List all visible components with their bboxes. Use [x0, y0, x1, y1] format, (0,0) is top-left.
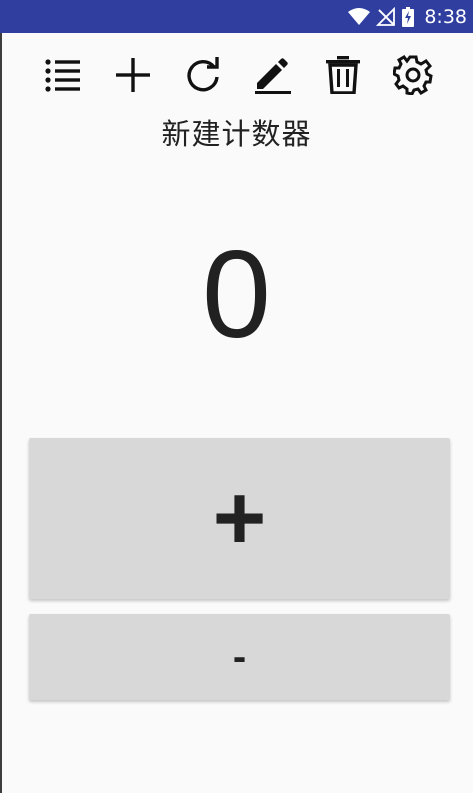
status-bar: 8:38 — [0, 0, 473, 33]
add-counter-button[interactable] — [111, 53, 155, 97]
edit-icon — [253, 55, 293, 95]
reset-button[interactable] — [181, 53, 225, 97]
list-button[interactable] — [41, 53, 85, 97]
edit-button[interactable] — [251, 53, 295, 97]
decrement-button[interactable]: - — [29, 614, 450, 700]
refresh-icon — [184, 56, 222, 94]
counter-title: 新建计数器 — [161, 117, 312, 151]
list-icon — [44, 57, 82, 93]
battery-charging-icon — [402, 6, 415, 27]
status-icons: 8:38 — [348, 0, 467, 33]
toolbar — [0, 53, 473, 99]
settings-button[interactable] — [391, 53, 435, 97]
settings-icon — [393, 55, 433, 95]
delete-icon — [325, 56, 361, 94]
counter-value: 0 — [202, 226, 271, 364]
status-time: 8:38 — [424, 5, 467, 28]
delete-button[interactable] — [321, 53, 365, 97]
wifi-icon — [348, 7, 371, 26]
no-signal-icon — [376, 6, 396, 27]
add-icon — [115, 57, 151, 93]
increment-button[interactable]: + — [29, 438, 450, 599]
